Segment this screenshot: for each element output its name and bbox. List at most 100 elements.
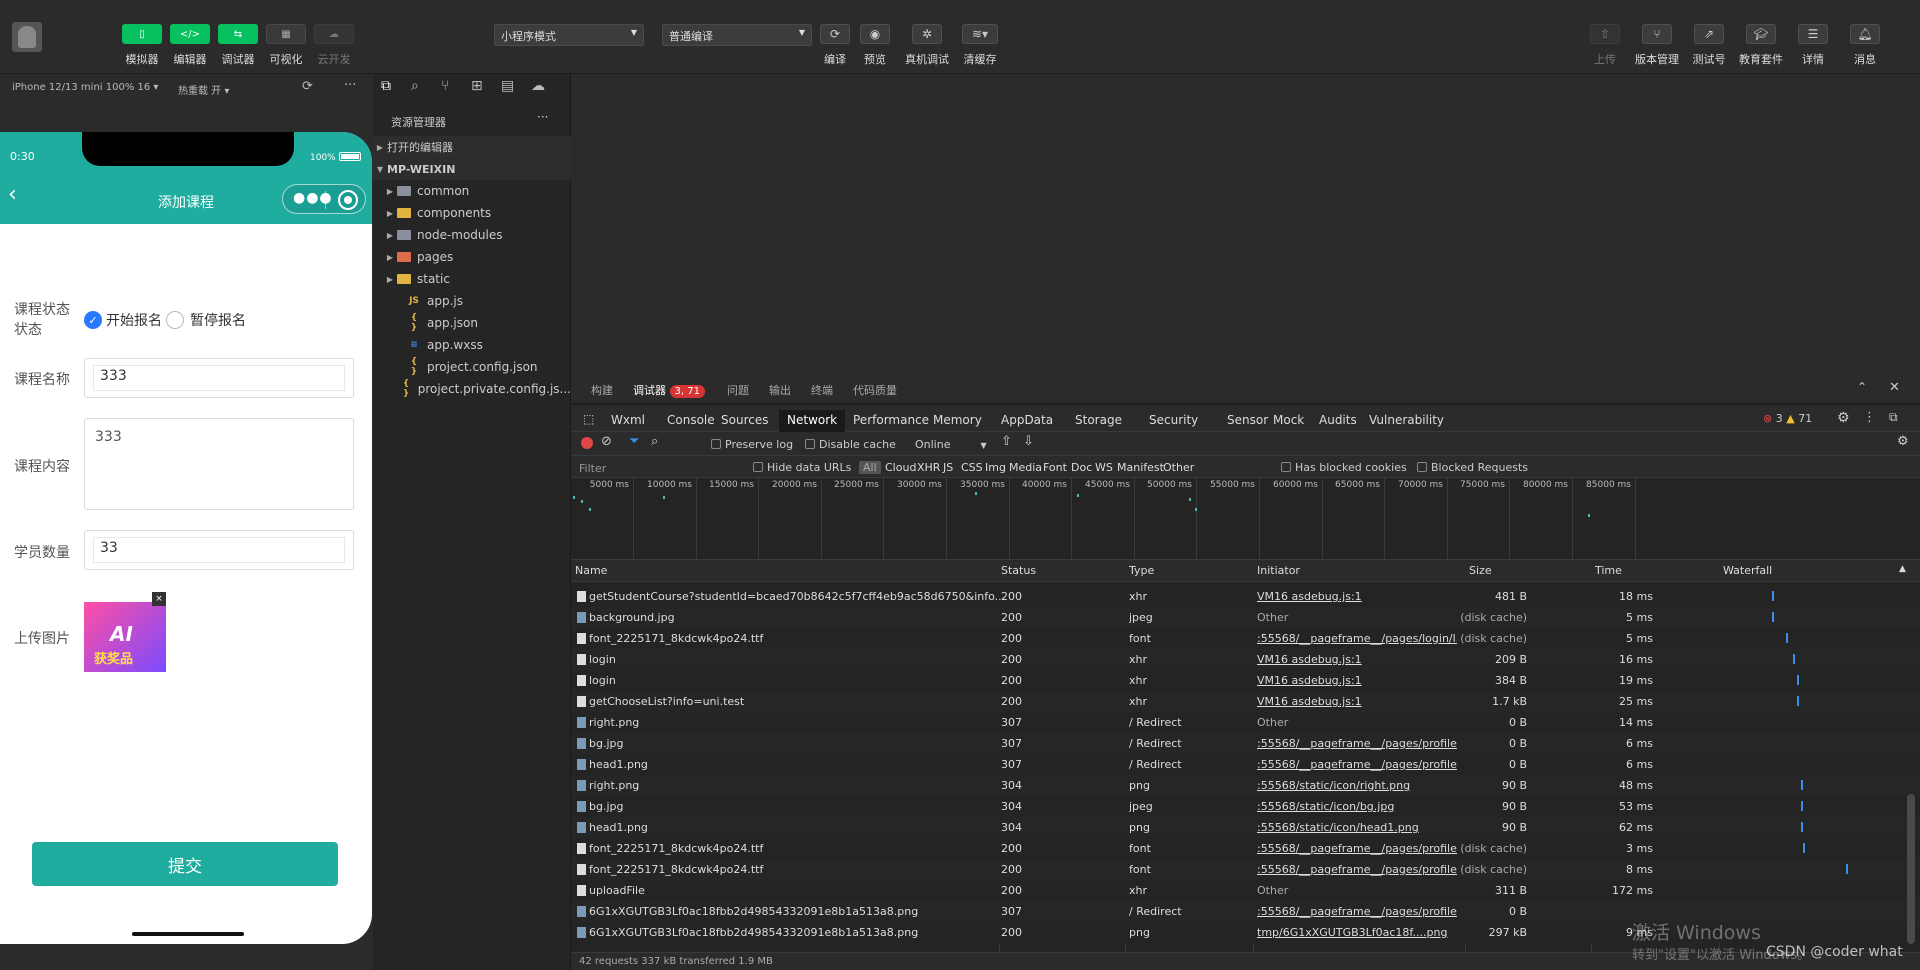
radio-pause[interactable]: 暂停报名 — [166, 310, 246, 330]
messages-button[interactable]: 🔔︎ — [1850, 24, 1880, 44]
undock-icon[interactable]: ⧉ — [1889, 410, 1898, 425]
edu-suite-button[interactable]: 🎓︎ — [1746, 24, 1776, 44]
avatar[interactable] — [12, 22, 42, 52]
cloud-icon[interactable]: ☁ — [531, 78, 545, 94]
table-row[interactable]: bg.jpg 307/ Redirect:55568/__pageframe__/… — [571, 733, 1920, 754]
search-icon[interactable]: ⌕ — [651, 434, 658, 449]
filter-type-doc[interactable]: Doc — [1071, 461, 1092, 474]
devtools-tab-wxml[interactable]: Wxml — [611, 410, 645, 432]
filter-type-css[interactable]: CSS — [961, 461, 983, 474]
table-row[interactable]: bg.jpg 304 jpeg:55568/static/icon/bg.jpg 90… — [571, 796, 1920, 817]
compile-select[interactable]: 普通编译 ▼ — [662, 24, 812, 46]
file-tree-item[interactable]: ▶ common — [373, 180, 571, 202]
cloud-button[interactable]: ☁ — [314, 24, 354, 44]
table-row[interactable]: login 200 xhr VM16 asdebug.js:1 209 B 16 ms — [571, 649, 1920, 670]
filter-type-media[interactable]: Media — [1009, 461, 1042, 474]
table-row[interactable]: background.jpg 200 jpeg Other (disk cache) 5 … — [571, 607, 1920, 628]
visual-button[interactable]: ▦ — [266, 24, 306, 44]
has-blocked-cookies-checkbox[interactable]: Has blocked cookies — [1281, 461, 1407, 474]
table-row[interactable]: getChooseList?info=uni.test 200 xhr VM16 as… — [571, 691, 1920, 712]
hide-data-urls-checkbox[interactable]: Hide data URLs — [753, 461, 851, 474]
search-icon[interactable]: ⌕ — [411, 78, 419, 94]
devtools-tab-security[interactable]: Security — [1149, 410, 1198, 432]
blocked-requests-checkbox[interactable]: Blocked Requests — [1417, 461, 1528, 474]
tab-issues[interactable]: 问题 — [727, 382, 749, 398]
file-tree-item[interactable]: ▶ node-modules — [373, 224, 571, 246]
devtools-tab-mock[interactable]: Mock — [1273, 410, 1304, 432]
preview-button[interactable]: ◉ — [860, 24, 890, 44]
close-icon[interactable]: ✕ — [1889, 380, 1900, 395]
tab-debugger[interactable]: 调试器 3, 71 — [633, 382, 705, 398]
explorer-more-icon[interactable]: ··· — [537, 110, 548, 124]
table-row[interactable]: font_2225171_8kdcwk4po24.ttf 200 font:5556… — [571, 628, 1920, 649]
remote-debug-button[interactable]: ✲ — [912, 24, 942, 44]
devtools-tab-performance[interactable]: Performance — [853, 410, 929, 432]
collapse-icon[interactable]: ⌃ — [1857, 380, 1867, 394]
scrollbar[interactable] — [1907, 794, 1915, 944]
editor-button[interactable]: </> — [170, 24, 210, 44]
details-button[interactable]: ☰ — [1798, 24, 1828, 44]
close-target-icon[interactable] — [338, 190, 358, 210]
project-section[interactable]: ▼ MP-WEIXIN — [373, 158, 571, 180]
git-icon[interactable]: ⑂ — [441, 78, 449, 94]
table-row[interactable]: uploadFile 200 xhr Other 311 B 172 ms — [571, 880, 1920, 901]
version-button[interactable]: ⑂ — [1642, 24, 1672, 44]
devtools-tab-sources[interactable]: Sources — [721, 410, 768, 432]
devtools-tab-memory[interactable]: Memory — [933, 410, 982, 432]
disable-cache-checkbox[interactable]: Disable cache — [805, 438, 896, 451]
filter-type-font[interactable]: Font — [1043, 461, 1067, 474]
col-time[interactable]: Time — [1595, 564, 1622, 577]
mode-select[interactable]: 小程序模式 ▼ — [494, 24, 644, 46]
table-row[interactable]: login 200 xhr VM16 asdebug.js:1 384 B 19 ms — [571, 670, 1920, 691]
filter-type-img[interactable]: Img — [985, 461, 1006, 474]
devtools-tab-vulnerability[interactable]: Vulnerability — [1369, 410, 1444, 432]
panel-icon[interactable]: ▤ — [501, 78, 514, 94]
file-tree-item[interactable]: ▶ static — [373, 268, 571, 290]
upload-button[interactable]: ⇧ — [1590, 24, 1620, 44]
import-icon[interactable]: ⇧ — [1001, 434, 1012, 449]
simulator-button[interactable]: ▯ — [122, 24, 162, 44]
course-name-input[interactable]: 333 — [84, 358, 354, 398]
tab-terminal[interactable]: 终端 — [811, 382, 833, 398]
files-icon[interactable]: ⧉ — [381, 78, 391, 94]
radio-start[interactable]: ✓ 开始报名 — [84, 310, 162, 330]
clear-icon[interactable]: ⊘ — [601, 434, 612, 449]
table-row[interactable]: font_2225171_8kdcwk4po24.ttf 200 font:5556… — [571, 859, 1920, 880]
timeline-overview[interactable]: 5000 ms 10000 ms 15000 ms 20000 ms 25000 ms 3… — [571, 478, 1920, 560]
col-name[interactable]: Name — [575, 564, 607, 577]
file-tree-item[interactable]: ▶ pages — [373, 246, 571, 268]
devtools-tab-console[interactable]: Console — [667, 410, 715, 432]
inspect-icon[interactable]: ⬚ — [583, 412, 594, 426]
devtools-tab-network[interactable]: Network — [779, 410, 846, 432]
hot-reload-select[interactable]: 热重载 开 ▾ — [178, 82, 229, 97]
devtools-tab-sensor[interactable]: Sensor — [1227, 410, 1268, 432]
filter-input[interactable]: Filter — [579, 462, 739, 475]
filter-type-xhr[interactable]: XHR — [917, 461, 940, 474]
course-content-textarea[interactable]: 333 — [84, 418, 354, 510]
extensions-icon[interactable]: ⊞ — [471, 78, 483, 94]
col-size[interactable]: Size — [1469, 564, 1492, 577]
col-status[interactable]: Status — [1001, 564, 1036, 577]
student-count-input[interactable]: 33 — [84, 530, 354, 570]
rotate-icon[interactable]: ⟳ — [302, 79, 313, 94]
kebab-icon[interactable]: ⋮ — [1863, 410, 1876, 425]
filter-icon[interactable]: ⏷ — [629, 434, 639, 449]
filter-type-js[interactable]: JS — [943, 461, 953, 474]
devtools-tab-audits[interactable]: Audits — [1319, 410, 1357, 432]
file-tree-item[interactable]: ≡ app.wxss — [373, 334, 571, 356]
tab-output[interactable]: 输出 — [769, 382, 791, 398]
table-row[interactable]: font_2225171_8kdcwk4po24.ttf 200 font:5556… — [571, 838, 1920, 859]
file-tree-item[interactable]: JS app.js — [373, 290, 571, 312]
filter-type-other[interactable]: Other — [1163, 461, 1194, 474]
filter-type-manifest[interactable]: Manifest — [1117, 461, 1164, 474]
capsule-menu[interactable]: ●●● — [282, 184, 366, 214]
tab-build[interactable]: 构建 — [591, 382, 613, 398]
sort-up-icon[interactable]: ▲ — [1899, 564, 1906, 574]
table-row[interactable]: right.png 307/ Redirect Other 0 B 14 ms — [571, 712, 1920, 733]
debugger-button[interactable]: ⇆ — [218, 24, 258, 44]
compile-button[interactable]: ⟳ — [820, 24, 850, 44]
file-tree-item[interactable]: ▶ components — [373, 202, 571, 224]
col-initiator[interactable]: Initiator — [1257, 564, 1300, 577]
col-type[interactable]: Type — [1129, 564, 1154, 577]
remove-image-icon[interactable]: × — [152, 592, 166, 606]
